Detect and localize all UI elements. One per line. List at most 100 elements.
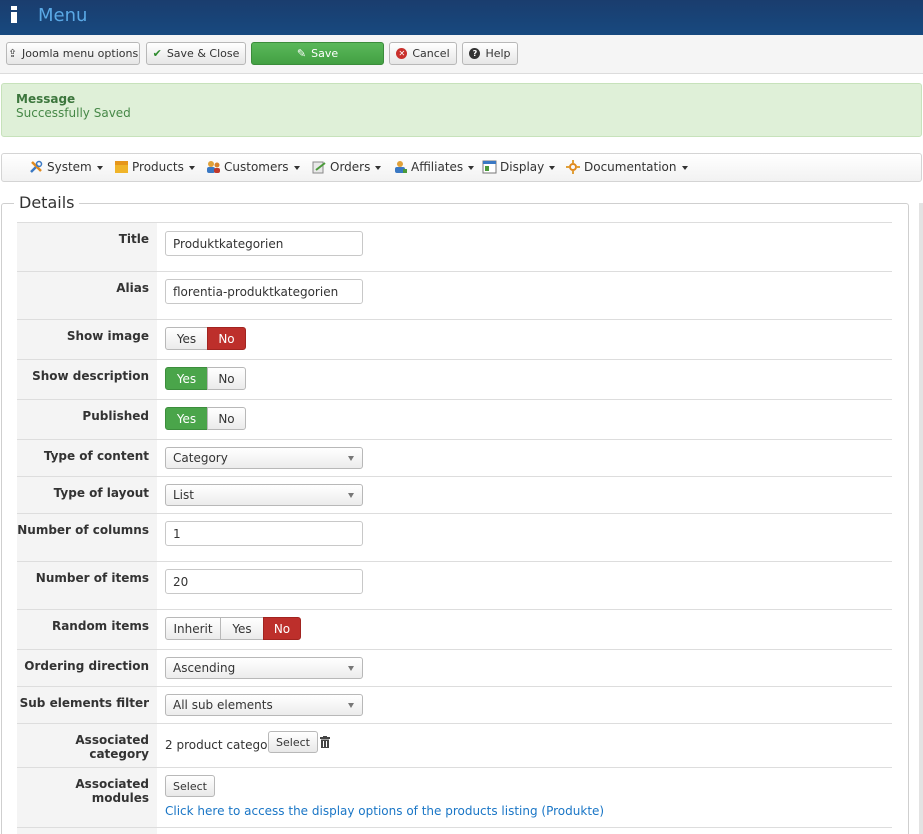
cancel-icon: ✕ bbox=[396, 48, 408, 59]
chevron-down-icon bbox=[375, 166, 382, 170]
show-image-no[interactable]: No bbox=[207, 327, 246, 350]
associated-modules-select-button[interactable]: Select bbox=[165, 775, 215, 797]
save-button[interactable]: ✎ Save bbox=[251, 42, 384, 65]
alias-input[interactable]: florentia-produktkategorien bbox=[165, 279, 363, 304]
message-box: Message Successfully Saved bbox=[1, 83, 922, 137]
joomla-menu-options-button[interactable]: ⇪ Joomla menu options bbox=[6, 42, 140, 65]
cancel-button[interactable]: ✕ Cancel bbox=[389, 42, 457, 65]
row-published: Published Yes No bbox=[17, 399, 892, 439]
box-icon bbox=[115, 161, 128, 173]
random-items-yes[interactable]: Yes bbox=[220, 617, 264, 640]
component-navbar: System Products Customers Orders Affilia… bbox=[1, 153, 922, 182]
ordering-direction-select[interactable]: Ascending bbox=[165, 657, 363, 679]
show-description-label: Show description bbox=[17, 360, 157, 399]
random-items-no[interactable]: No bbox=[263, 617, 301, 640]
tools-icon bbox=[30, 160, 43, 173]
number-of-columns-label: Number of columns bbox=[17, 514, 157, 561]
random-items-label: Random items bbox=[17, 610, 157, 649]
next-row-label bbox=[17, 828, 157, 834]
upload-icon: ⇪ bbox=[7, 47, 18, 60]
sub-elements-filter-select[interactable]: All sub elements bbox=[165, 694, 363, 716]
display-options-link[interactable]: Click here to access the display options… bbox=[165, 804, 604, 818]
published-no[interactable]: No bbox=[207, 407, 246, 430]
menu-info-icon bbox=[11, 6, 17, 23]
show-description-no[interactable]: No bbox=[207, 367, 246, 390]
page-title: Menu bbox=[38, 5, 88, 26]
chevron-down-icon bbox=[468, 166, 475, 170]
chevron-down-icon bbox=[348, 456, 354, 461]
alias-label: Alias bbox=[17, 272, 157, 319]
show-description-yes[interactable]: Yes bbox=[165, 367, 208, 390]
ordering-direction-label: Ordering direction bbox=[17, 650, 157, 686]
published-yes[interactable]: Yes bbox=[165, 407, 208, 430]
message-text: Successfully Saved bbox=[16, 106, 131, 120]
documentation-icon bbox=[566, 160, 580, 174]
affiliates-icon bbox=[395, 161, 407, 173]
check-icon: ✔ bbox=[152, 47, 162, 60]
nav-display[interactable]: Display bbox=[482, 160, 556, 174]
type-of-content-label: Type of content bbox=[17, 440, 157, 476]
type-of-content-select[interactable]: Category bbox=[165, 447, 363, 469]
random-items-inherit[interactable]: Inherit bbox=[165, 617, 221, 640]
chevron-down-icon bbox=[681, 166, 688, 170]
number-of-columns-input[interactable]: 1 bbox=[165, 521, 363, 546]
chevron-down-icon bbox=[188, 166, 195, 170]
row-associated-category: Associated category 2 product category S… bbox=[17, 723, 892, 767]
row-random-items: Random items Inherit Yes No bbox=[17, 609, 892, 649]
nav-products[interactable]: Products bbox=[114, 160, 195, 174]
associated-category-label: Associated category bbox=[17, 724, 157, 767]
number-of-items-input[interactable]: 20 bbox=[165, 569, 363, 594]
chevron-down-icon bbox=[96, 166, 103, 170]
scrollbar[interactable] bbox=[919, 203, 923, 834]
help-button[interactable]: ? Help bbox=[462, 42, 518, 65]
orders-icon bbox=[312, 161, 326, 174]
published-toggle: Yes No bbox=[165, 407, 246, 430]
chevron-down-icon bbox=[348, 703, 354, 708]
random-items-toggle: Inherit Yes No bbox=[165, 617, 301, 640]
sub-elements-filter-label: Sub elements filter bbox=[17, 687, 157, 723]
row-number-of-items: Number of items 20 bbox=[17, 561, 892, 609]
associated-modules-label: Associated modules bbox=[17, 768, 157, 827]
show-image-label: Show image bbox=[17, 320, 157, 359]
help-icon: ? bbox=[469, 48, 481, 59]
row-show-image: Show image Yes No bbox=[17, 319, 892, 359]
nav-customers[interactable]: Customers bbox=[206, 160, 300, 174]
toolbar: ⇪ Joomla menu options ✔ Save & Close ✎ S… bbox=[0, 35, 923, 74]
title-label: Title bbox=[17, 223, 157, 271]
show-image-toggle: Yes No bbox=[165, 327, 246, 350]
nav-orders[interactable]: Orders bbox=[312, 160, 382, 174]
chevron-down-icon bbox=[348, 493, 354, 498]
row-ordering-direction: Ordering direction Ascending bbox=[17, 649, 892, 686]
row-alias: Alias florentia-produktkategorien bbox=[17, 271, 892, 319]
header-bar: Menu bbox=[0, 0, 923, 35]
number-of-items-label: Number of items bbox=[17, 562, 157, 609]
nav-system[interactable]: System bbox=[29, 160, 103, 174]
details-legend: Details bbox=[14, 193, 80, 212]
users-icon bbox=[207, 161, 220, 173]
row-sub-elements-filter: Sub elements filter All sub elements bbox=[17, 686, 892, 723]
row-type-of-layout: Type of layout List bbox=[17, 476, 892, 513]
type-of-layout-select[interactable]: List bbox=[165, 484, 363, 506]
row-show-description: Show description Yes No bbox=[17, 359, 892, 399]
row-next bbox=[17, 827, 892, 834]
chevron-down-icon bbox=[293, 166, 300, 170]
nav-affiliates[interactable]: Affiliates bbox=[393, 160, 475, 174]
trash-icon[interactable] bbox=[320, 736, 330, 748]
show-description-toggle: Yes No bbox=[165, 367, 246, 390]
chevron-down-icon bbox=[549, 166, 556, 170]
associated-category-select-button[interactable]: Select bbox=[268, 731, 318, 753]
title-input[interactable]: Produktkategorien bbox=[165, 231, 363, 256]
details-form: Title Produktkategorien Alias florentia-… bbox=[17, 222, 892, 834]
show-image-yes[interactable]: Yes bbox=[165, 327, 208, 350]
associated-category-value: 2 product category bbox=[165, 738, 280, 752]
type-of-layout-label: Type of layout bbox=[17, 477, 157, 513]
row-associated-modules: Associated modules Select Click here to … bbox=[17, 767, 892, 827]
edit-icon: ✎ bbox=[296, 47, 307, 60]
message-title: Message bbox=[16, 92, 76, 106]
save-close-button[interactable]: ✔ Save & Close bbox=[146, 42, 246, 65]
row-type-of-content: Type of content Category bbox=[17, 439, 892, 476]
display-icon bbox=[482, 160, 497, 174]
chevron-down-icon bbox=[348, 666, 354, 671]
row-title: Title Produktkategorien bbox=[17, 222, 892, 271]
nav-documentation[interactable]: Documentation bbox=[566, 160, 688, 174]
